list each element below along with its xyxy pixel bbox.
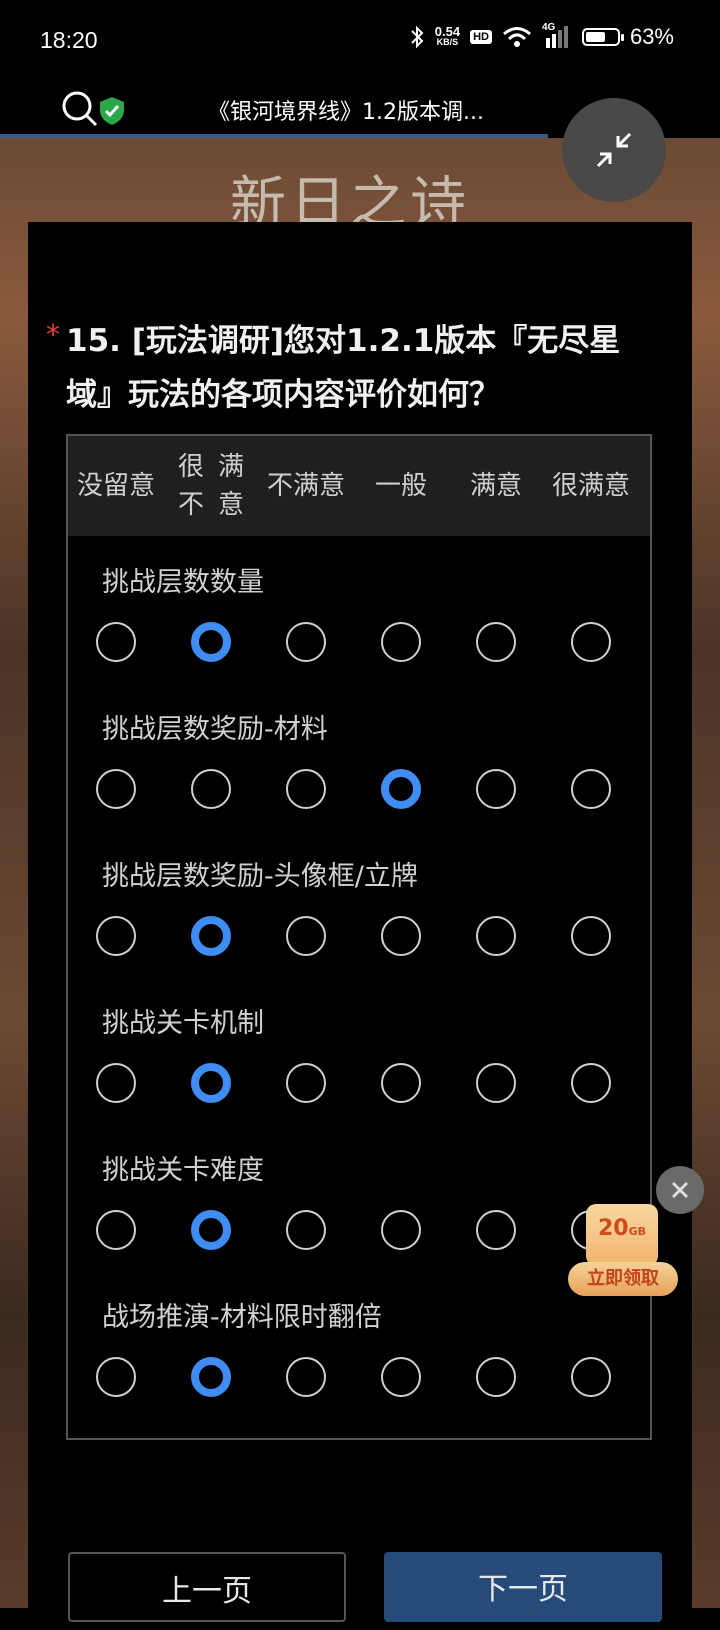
radio-option[interactable] <box>286 1063 326 1103</box>
security-shield-icon <box>100 97 124 125</box>
wifi-icon <box>502 27 531 47</box>
network-speed: 0.54 KB/S <box>434 24 461 47</box>
radio-option[interactable] <box>286 769 326 809</box>
cellular-signal-icon: 4G <box>542 22 572 48</box>
matrix-row-label: 挑战关卡难度 <box>102 1155 264 1186</box>
radio-option-selected[interactable] <box>191 916 231 956</box>
radio-option[interactable] <box>381 1210 421 1250</box>
question-title: 15. [玩法调研]您对1.2.1版本『无尽星域』玩法的各项内容评价如何？ <box>66 323 621 413</box>
radio-option[interactable] <box>381 1357 421 1397</box>
radio-option-selected[interactable] <box>191 622 231 662</box>
status-time: 18:20 <box>40 27 98 53</box>
radio-option[interactable] <box>571 1357 611 1397</box>
radio-option[interactable] <box>571 916 611 956</box>
required-mark: * <box>46 318 60 351</box>
radio-option-selected[interactable] <box>191 1210 231 1250</box>
radio-option[interactable] <box>96 1063 136 1103</box>
page-title: 《银河境界线》1.2版本调... <box>208 100 484 125</box>
radio-option[interactable] <box>381 1063 421 1103</box>
matrix-row-label: 挑战层数数量 <box>102 567 264 598</box>
data-gift-promo[interactable]: 20GB 立即领取 <box>568 1196 680 1300</box>
column-header: 一般 <box>374 471 427 501</box>
matrix-header: 没留意很不 满意 不满意一般 满意 很满意 <box>68 436 650 536</box>
radio-option[interactable] <box>96 769 136 809</box>
matrix-row-label: 挑战关卡机制 <box>102 1008 264 1039</box>
radio-option[interactable] <box>381 916 421 956</box>
bluetooth-icon <box>411 25 424 49</box>
hd-icon: HD <box>470 30 492 44</box>
radio-option[interactable] <box>476 769 516 809</box>
radio-option[interactable] <box>476 622 516 662</box>
close-icon <box>671 1181 689 1199</box>
matrix-row-label: 挑战层数奖励-材料 <box>102 714 328 745</box>
promo-close-button[interactable] <box>656 1166 704 1214</box>
radio-option[interactable] <box>96 622 136 662</box>
radio-option[interactable] <box>286 1357 326 1397</box>
radio-option[interactable] <box>96 1210 136 1250</box>
radio-option[interactable] <box>191 769 231 809</box>
claim-now-button[interactable]: 立即领取 <box>568 1262 678 1296</box>
radio-option[interactable] <box>286 622 326 662</box>
column-header: 满意 <box>469 471 522 501</box>
battery-icon <box>581 28 624 46</box>
radio-option[interactable] <box>286 916 326 956</box>
radio-option[interactable] <box>476 916 516 956</box>
search-icon[interactable] <box>60 89 100 129</box>
column-header: 很不 满意 <box>177 452 244 520</box>
radio-option-selected[interactable] <box>191 1063 231 1103</box>
radio-option-selected[interactable] <box>191 1357 231 1397</box>
matrix-row-label: 战场推演-材料限时翻倍 <box>102 1302 382 1333</box>
promo-amount: 20GB <box>597 1216 647 1241</box>
prev-page-button[interactable]: 上一页 <box>68 1552 346 1622</box>
radio-option[interactable] <box>476 1063 516 1103</box>
collapse-arrows-icon <box>596 132 632 168</box>
matrix-row-label: 挑战层数奖励-头像框/立牌 <box>102 861 418 892</box>
column-header: 不满意 <box>266 471 346 501</box>
radio-option[interactable] <box>571 1063 611 1103</box>
radio-option[interactable] <box>476 1210 516 1250</box>
radio-option-selected[interactable] <box>381 769 421 809</box>
status-icons: 0.54 KB/S HD 4G 63% <box>409 22 674 50</box>
column-header: 很满意 <box>551 471 631 501</box>
status-bar: 18:20 0.54 KB/S HD 4G 63% <box>0 0 720 84</box>
rating-matrix: 没留意很不 满意 不满意一般 满意 很满意 挑战层数数量挑战层数奖励-材料挑战层数奖励-… <box>66 434 652 1440</box>
radio-option[interactable] <box>286 1210 326 1250</box>
radio-option[interactable] <box>96 1357 136 1397</box>
radio-option[interactable] <box>571 769 611 809</box>
next-page-button[interactable]: 下一页 <box>384 1552 662 1622</box>
battery-percent: 63% <box>629 24 674 49</box>
radio-option[interactable] <box>381 622 421 662</box>
radio-option[interactable] <box>96 916 136 956</box>
column-header: 没留意 <box>76 471 156 501</box>
radio-option[interactable] <box>571 622 611 662</box>
radio-option[interactable] <box>476 1357 516 1397</box>
collapse-button[interactable] <box>562 98 666 202</box>
